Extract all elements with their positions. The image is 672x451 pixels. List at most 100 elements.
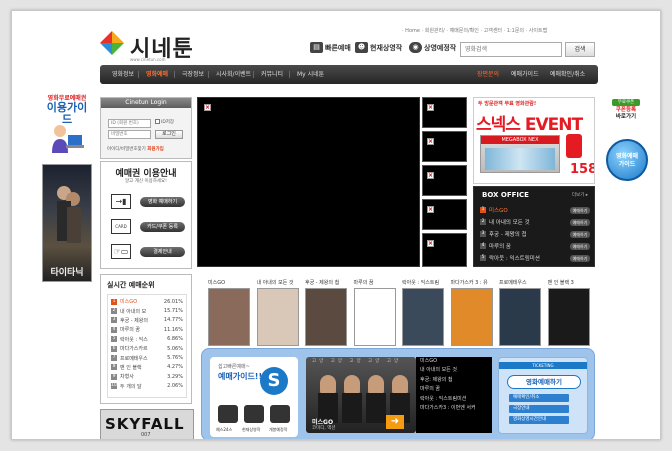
logo-icon[interactable] [98,29,126,59]
rank-row[interactable]: 10 두 개의 달 2.06% [108,382,186,391]
rank-row[interactable]: 2내 아내의 모 15.71% [108,306,186,315]
movie-poster[interactable] [402,288,444,346]
free-ticket-guide-ad[interactable]: 영화무료예매권 이용가이드 [42,93,92,163]
poster-label[interactable]: 마다가스카 3 : 유 [451,279,497,286]
box-office-book-button[interactable]: 예매하기 [570,254,590,262]
register-card-button[interactable]: 카드/쿠폰 등록 [140,222,185,232]
poster-label[interactable]: 맨 인 블랙 3 [548,279,594,286]
rank-row[interactable]: 4 마루의 꿈 11.16% [108,325,186,334]
box-office-row[interactable]: 1 미스GO 예매하기 [480,205,590,215]
login-id-field[interactable] [108,119,151,128]
main-trailer-area[interactable]: × [197,97,420,267]
quick-link-now-showing[interactable]: ☻ 현재상영작 [355,42,402,53]
nav-movie-info[interactable]: 영화정보 [112,65,134,84]
booking-guide-button[interactable]: 영화예매 가이드 [606,139,648,181]
box-office-book-button[interactable]: 예매하기 [570,206,590,214]
box-office-row[interactable]: 4 마루의 꿈 예매하기 [480,241,590,251]
rank-row[interactable]: 5 락아웃 : 익스 6.86% [108,335,186,344]
book-now-button[interactable]: 영화예매하기 [507,375,581,389]
trailer-thumbnail[interactable]: × [422,131,467,162]
free-coupon-widget[interactable]: 무료쿠폰 쿠폰등록 바로가기 [608,99,644,133]
movie-poster[interactable] [499,288,541,346]
movie-poster[interactable] [450,288,493,346]
box-office-row[interactable]: 3 후궁 - 제왕의 첩 예매하기 [480,229,590,239]
movie-poster[interactable] [353,288,396,346]
poster-label[interactable]: 미스GO [208,279,254,286]
utility-links[interactable]: · Home · 회원관리/ · 예매문의/확인 · 고객센터 · 1:1문의 … [402,27,547,34]
coming-soon-icon[interactable] [270,405,290,423]
movie-poster[interactable] [305,288,347,346]
box-office-more-link[interactable]: 더보기 ▸ [572,192,588,198]
quick-link-coming-soon[interactable]: ◉ 상영예정작 [409,42,456,53]
join-link[interactable]: 회원가입 [147,147,164,152]
event-top-text: 두 방문관객 무료 영화관람! [478,101,537,107]
guide-list-item[interactable]: 내 아내의 모든 것 [416,366,492,375]
search-input[interactable] [460,42,562,57]
rank-row[interactable]: 1 미스GO 26.01% [108,297,186,306]
payment-guide-button[interactable]: 결제안내 [140,247,185,257]
poster-label[interactable]: 락아웃 : 익스트림 [402,279,448,286]
arrow-right-icon[interactable]: ➜ [386,415,404,429]
trailer-thumbnail[interactable]: × [422,97,467,128]
arrow-in-icon: →▮ [111,194,131,209]
rank-row[interactable]: 7 프로메테우스 5.76% [108,353,186,362]
box-office-movie-title: 내 아내의 모든 것 [489,220,530,226]
guide-list-item[interactable]: 마루의 꿈 [416,385,492,394]
yes24-icon[interactable] [218,405,238,423]
nav-movie-booking[interactable]: 영화예매 [146,65,168,84]
poster-label[interactable]: 마루의 꿈 [354,279,400,286]
nav-booking-check[interactable]: 예매확인/취소 [550,65,585,84]
broken-image-icon: × [427,138,434,145]
skyfall-banner[interactable]: SKYFALL 007 [100,409,194,439]
save-id-checkbox[interactable]: ID저장 [155,119,174,125]
rank-number: 8 [111,364,117,371]
guide-list-item[interactable]: 미스GO [416,357,492,366]
rank-row[interactable]: 3 후궁 - 제왕의 14.77% [108,316,186,325]
theater-guide-button[interactable]: 극장안내 [509,405,569,413]
find-account-link[interactable]: 아이디/비밀번호찾기 [107,147,146,152]
nav-my-cinetun[interactable]: My 시네툰 [297,65,324,84]
box-office-book-button[interactable]: 예매하기 [570,242,590,250]
phone-icon [566,134,582,158]
nav-booking-guide[interactable]: 예매가이드 [511,65,539,84]
realtime-rank-title: 실시간 예매순위 [107,281,155,289]
showtime-guide-button[interactable]: 영화상영시간안내 [509,416,569,424]
trailer-thumbnail[interactable]: × [422,165,467,196]
nav-theater-info[interactable]: 극장정보 [182,65,204,84]
login-password-field[interactable] [108,130,151,139]
rank-rate: 15.71% [163,308,183,315]
movie-poster[interactable] [547,288,590,346]
guide-list-item[interactable]: 락아웃 : 익스트림미션 [416,395,492,404]
guide-list-item[interactable]: 마다가스카3 : 이번엔 서커 [416,404,492,413]
trailer-thumbnail[interactable]: × [422,199,467,230]
box-office-book-button[interactable]: 예매하기 [570,218,590,226]
rank-row[interactable]: 8맨 인 블랙 4.27% [108,363,186,372]
now-showing-icon[interactable] [244,405,264,423]
trailer-thumbnail[interactable]: × [422,233,467,267]
box-office-row[interactable]: 2내 아내의 모든 것 예매하기 [480,217,590,227]
book-movie-button[interactable]: 영화 예매하기 [140,197,185,207]
login-button[interactable]: 로그인 [155,130,183,139]
save-id-label: ID저장 [161,120,175,125]
box-office-book-button[interactable]: 예매하기 [570,230,590,238]
nav-community[interactable]: 커뮤니티 [261,65,283,84]
check-cancel-button[interactable]: 예매확인/취소 [509,394,569,402]
titanic-banner[interactable]: 타이타닉 [42,164,92,282]
guide-list-item[interactable]: 후궁: 제왕의 첩 [416,376,492,385]
movie-poster[interactable] [208,288,250,346]
poster-label[interactable]: 후궁 - 제왕의 첩 [305,279,351,286]
movie-poster[interactable] [256,288,299,346]
poster-label[interactable]: 프로메테우스 [499,279,545,286]
event-banner[interactable]: 두 방문관객 무료 영화관람! 스넥스 EVENT MEGABOX NEX 15… [473,97,595,184]
poster-label[interactable]: 내 아내의 모든 것 [257,279,303,286]
rank-number: 9 [111,373,117,380]
rank-row[interactable]: 6 마다가스카르 5.06% [108,344,186,353]
search-button[interactable]: 검색 [565,42,595,57]
rank-row[interactable]: 9 차형사 3.29% [108,372,186,381]
featured-movie-photo[interactable]: 고양 고양 고양 고양 고양 미스GO 코미디, 액션 ➜ [306,357,416,433]
nav-preview-event[interactable]: 시사회/이벤트 [216,65,251,84]
box-office-row[interactable]: 5 락아웃 : 익스트림미션 예매하기 [480,253,590,263]
quick-link-fast-booking[interactable]: ▤ 빠른예매 [310,42,351,53]
actor-face [344,375,360,395]
nav-group-inquiry[interactable]: 장편문의 [477,65,499,84]
